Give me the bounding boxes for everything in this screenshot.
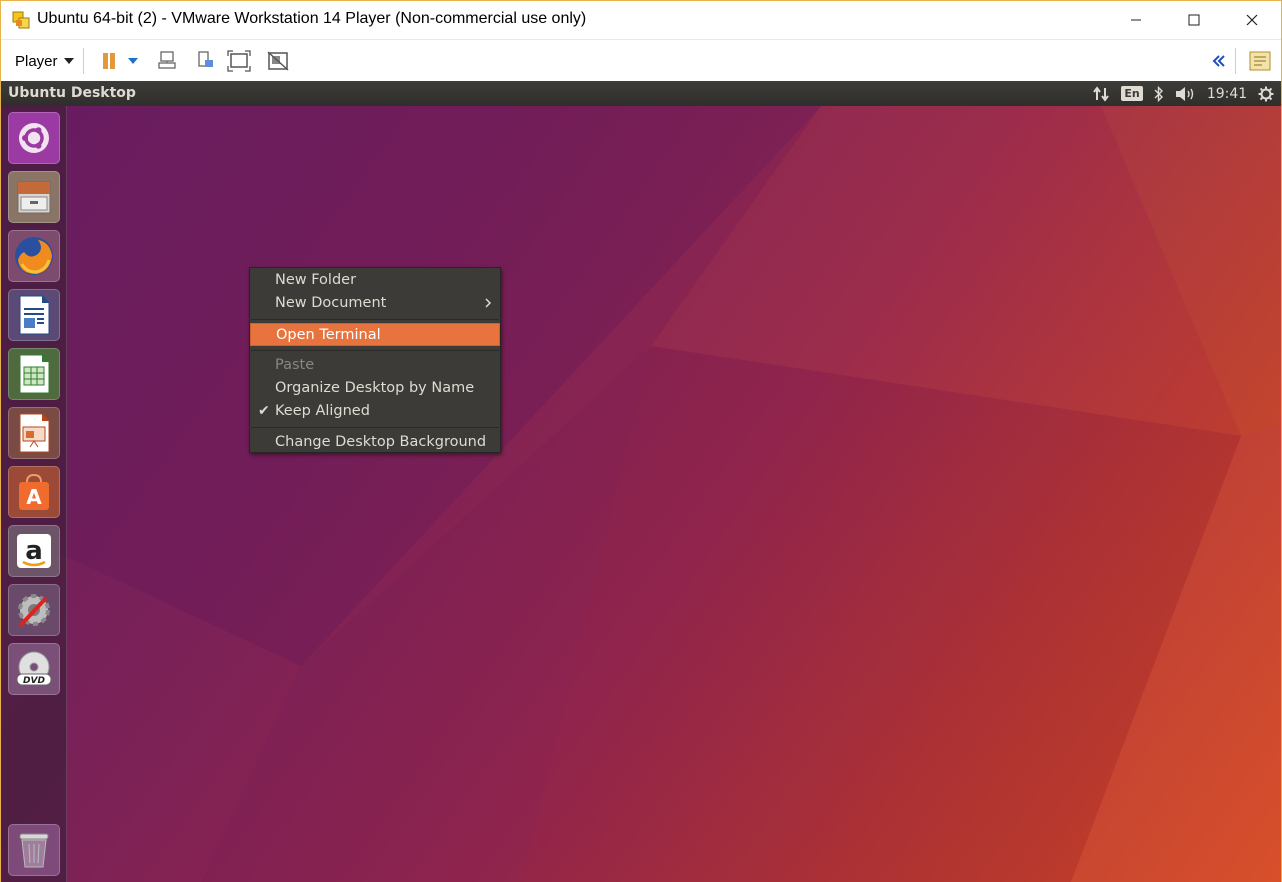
desktop[interactable] <box>1 106 1281 882</box>
minimize-button[interactable] <box>1107 1 1165 39</box>
keyboard-layout-label: En <box>1121 86 1143 101</box>
menu-item-organize-desktop[interactable]: Organize Desktop by Name <box>250 377 500 400</box>
menu-item-keep-aligned[interactable]: ✔ Keep Aligned <box>250 400 500 423</box>
close-icon <box>1246 14 1258 26</box>
launcher-libreoffice-impress[interactable] <box>8 407 60 459</box>
menu-item-change-background[interactable]: Change Desktop Background <box>250 431 500 454</box>
vmware-toolbar: Player <box>1 39 1281 81</box>
menu-item-new-folder[interactable]: New Folder <box>250 269 500 292</box>
back-button[interactable] <box>1205 48 1233 74</box>
menu-separator <box>251 427 499 428</box>
toolbar-divider <box>1235 48 1236 74</box>
network-arrows-icon <box>1093 85 1109 102</box>
maximize-button[interactable] <box>1165 1 1223 39</box>
menu-item-label: Keep Aligned <box>275 403 370 419</box>
library-icon <box>1249 51 1271 71</box>
chevron-down-icon <box>63 58 74 64</box>
chevron-right-icon <box>484 292 492 321</box>
panel-title: Ubuntu Desktop <box>8 85 136 101</box>
menu-separator <box>251 319 499 320</box>
file-cabinet-icon <box>17 181 51 214</box>
menu-item-label: New Document <box>275 295 387 311</box>
trash-icon <box>19 833 49 868</box>
launcher-libreoffice-calc[interactable] <box>8 348 60 400</box>
wallpaper-facets <box>1 106 1281 882</box>
amazon-icon: a <box>17 534 51 568</box>
player-menu-button[interactable]: Player <box>9 50 80 72</box>
network-indicator[interactable] <box>1089 81 1113 106</box>
launcher-files[interactable] <box>8 171 60 223</box>
bluetooth-indicator[interactable] <box>1149 81 1169 106</box>
vmware-window: Ubuntu 64-bit (2) - VMware Workstation 1… <box>0 0 1282 882</box>
svg-text:A: A <box>26 485 42 509</box>
menu-item-new-document[interactable]: New Document <box>250 292 500 315</box>
dvd-disc-icon: DVD <box>16 651 52 686</box>
clock-indicator[interactable]: 19:41 <box>1205 81 1249 106</box>
calc-spreadsheet-icon <box>19 354 50 394</box>
checkmark-icon: ✔ <box>258 403 270 419</box>
vmware-app-icon <box>11 10 31 30</box>
double-chevron-left-icon <box>1212 55 1225 67</box>
menu-item-label: New Folder <box>275 272 357 288</box>
menu-item-label: Organize Desktop by Name <box>275 380 475 396</box>
menu-separator <box>251 350 499 351</box>
removable-devices-icon <box>198 51 213 67</box>
removable-devices-button[interactable] <box>191 48 219 74</box>
launcher-dash[interactable] <box>8 112 60 164</box>
launcher-firefox[interactable] <box>8 230 60 282</box>
launcher-trash[interactable] <box>8 824 60 876</box>
speaker-icon <box>1176 86 1194 101</box>
desktop-context-menu: New Folder New Document Open Terminal Pa… <box>249 267 501 453</box>
software-center-bag-icon: A <box>19 473 49 510</box>
svg-text:a: a <box>25 536 43 566</box>
maximize-icon <box>1188 14 1200 26</box>
menu-item-paste: Paste <box>250 354 500 377</box>
ubuntu-top-panel: Ubuntu Desktop En 19:41 <box>1 81 1281 106</box>
library-button[interactable] <box>1246 48 1274 74</box>
sound-indicator[interactable] <box>1173 81 1199 106</box>
close-button[interactable] <box>1223 1 1281 39</box>
launcher-amazon[interactable]: a <box>8 525 60 577</box>
chevron-down-icon <box>128 58 138 64</box>
bluetooth-icon <box>1154 85 1163 102</box>
launcher-system-settings[interactable] <box>8 584 60 636</box>
menu-item-open-terminal[interactable]: Open Terminal <box>250 323 500 346</box>
title-bar[interactable]: Ubuntu 64-bit (2) - VMware Workstation 1… <box>1 1 1281 39</box>
pause-dropdown-button[interactable] <box>123 48 143 74</box>
unity-launcher: A a DVD <box>1 106 67 882</box>
writer-document-icon <box>19 295 50 335</box>
gear-icon <box>1258 86 1274 101</box>
impress-presentation-icon <box>19 413 50 453</box>
fullscreen-button[interactable] <box>225 48 253 74</box>
session-indicator[interactable] <box>1255 81 1277 106</box>
unity-icon <box>267 51 289 71</box>
pause-button[interactable] <box>95 48 123 74</box>
window-title: Ubuntu 64-bit (2) - VMware Workstation 1… <box>37 10 587 27</box>
launcher-dvd[interactable]: DVD <box>8 643 60 695</box>
ubuntu-logo-icon <box>19 123 49 153</box>
pause-icon <box>103 53 115 69</box>
launcher-libreoffice-writer[interactable] <box>8 289 60 341</box>
send-ctrl-alt-del-icon <box>158 51 176 69</box>
svg-text:DVD: DVD <box>23 676 45 686</box>
settings-wrench-icon <box>18 594 50 628</box>
player-menu-label: Player <box>15 52 58 70</box>
keyboard-layout-indicator[interactable]: En <box>1119 81 1145 106</box>
menu-item-label: Change Desktop Background <box>275 434 487 450</box>
clock-time: 19:41 <box>1206 85 1248 102</box>
launcher-ubuntu-software[interactable]: A <box>8 466 60 518</box>
firefox-icon <box>15 237 53 275</box>
menu-item-label: Open Terminal <box>276 327 381 343</box>
menu-item-label: Paste <box>275 357 315 373</box>
send-ctrl-alt-del-button[interactable] <box>153 48 181 74</box>
toolbar-divider <box>83 48 84 74</box>
unity-button[interactable] <box>264 48 292 74</box>
minimize-icon <box>1131 19 1141 21</box>
fullscreen-icon <box>227 50 251 72</box>
